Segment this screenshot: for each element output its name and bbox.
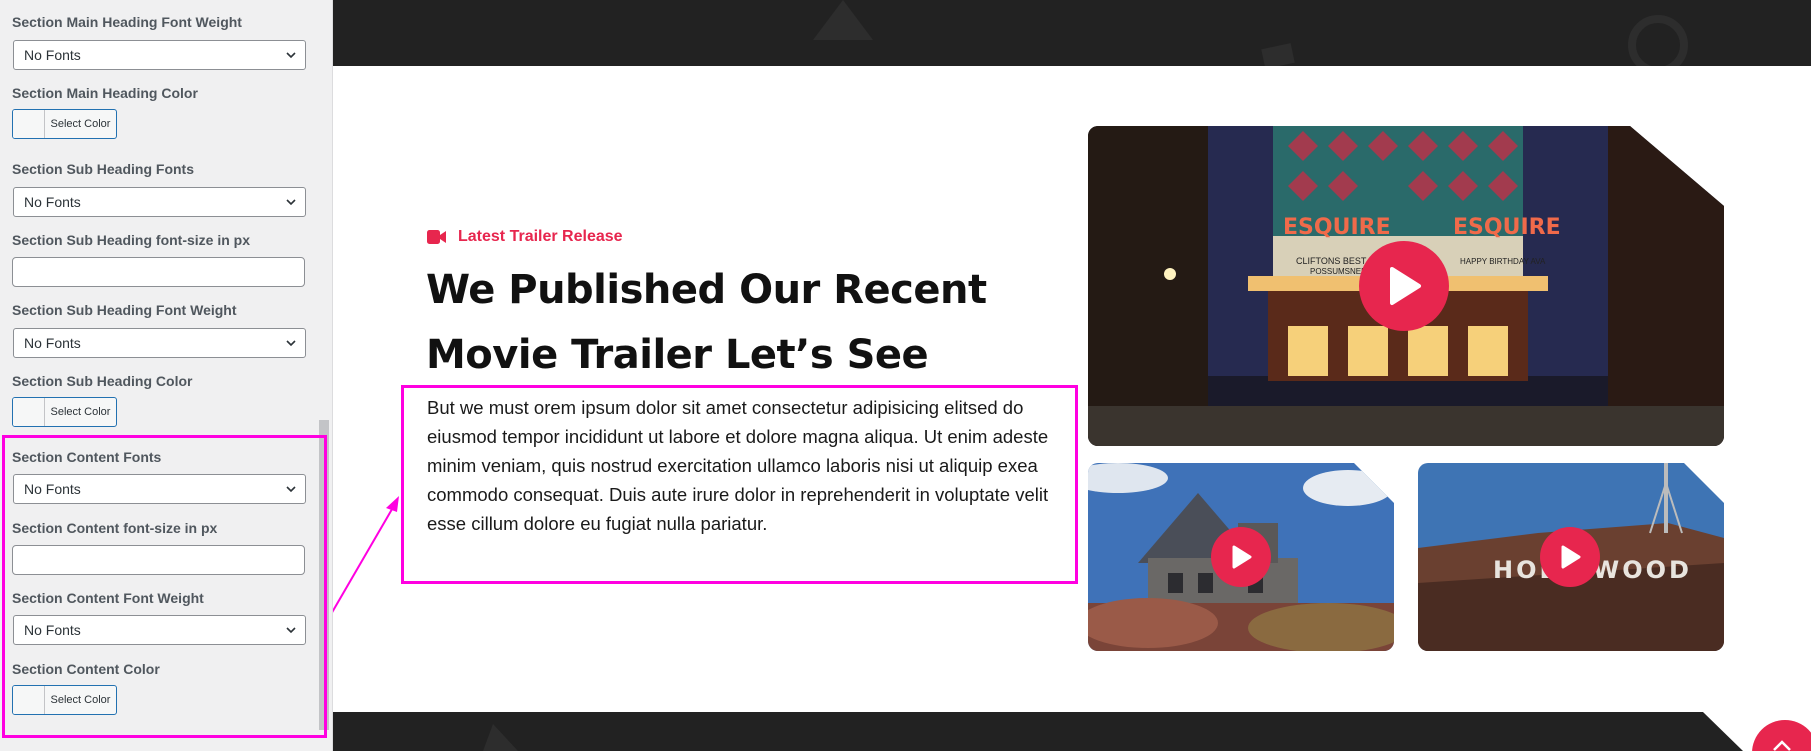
sub-heading-fonts-label: Section Sub Heading Fonts bbox=[12, 161, 195, 177]
select-color-label: Select Color bbox=[50, 118, 111, 130]
color-swatch bbox=[13, 110, 45, 138]
section-heading: We Published Our Recent Movie Trailer Le… bbox=[426, 258, 1006, 388]
play-button[interactable] bbox=[1359, 241, 1449, 331]
color-swatch bbox=[13, 398, 45, 426]
play-button[interactable] bbox=[1540, 527, 1600, 587]
select-value: No Fonts bbox=[24, 47, 81, 63]
play-icon bbox=[1561, 545, 1581, 569]
chevron-down-icon bbox=[286, 340, 296, 347]
bottom-dark-band bbox=[333, 712, 1743, 751]
sign-right: HAPPY BIRTHDAY AVA bbox=[1460, 257, 1546, 266]
select-value: No Fonts bbox=[24, 194, 81, 210]
sub-heading-color-button[interactable]: Select Color bbox=[12, 397, 117, 427]
sub-heading-size-label: Section Sub Heading font-size in px bbox=[12, 232, 251, 248]
main-heading-color-button[interactable]: Select Color bbox=[12, 109, 117, 139]
content-settings-highlight-box bbox=[2, 435, 327, 738]
section-content: But we must orem ipsum dolor sit amet co… bbox=[427, 397, 1049, 534]
decorative-shapes bbox=[483, 724, 518, 751]
video-card-hollywood[interactable]: HOLLYWOOD bbox=[1418, 463, 1724, 651]
section-badge: Latest Trailer Release bbox=[427, 228, 623, 246]
play-icon bbox=[1232, 545, 1252, 569]
video-camera-icon bbox=[427, 230, 446, 244]
customizer-sidebar: Section Main Heading Font Weight No Font… bbox=[0, 0, 333, 751]
marquee-left-text: ESQUIRE bbox=[1283, 215, 1391, 240]
sub-heading-color-label: Section Sub Heading Color bbox=[12, 373, 193, 389]
sub-heading-size-input[interactable] bbox=[12, 257, 305, 287]
annotation-arrow bbox=[333, 496, 399, 613]
chevron-down-icon bbox=[286, 199, 296, 206]
heading-line-2: Movie Trailer Let’s See bbox=[426, 332, 929, 378]
top-dark-band bbox=[333, 0, 1811, 66]
scroll-to-top-button[interactable] bbox=[1752, 720, 1811, 751]
main-heading-weight-select[interactable]: No Fonts bbox=[13, 40, 306, 70]
sub-heading-weight-select[interactable]: No Fonts bbox=[13, 328, 306, 358]
select-color-label: Select Color bbox=[50, 406, 111, 418]
chevron-down-icon bbox=[286, 52, 296, 59]
decorative-shapes bbox=[813, 0, 1688, 66]
site-preview: Latest Trailer Release We Published Our … bbox=[333, 0, 1811, 751]
play-button[interactable] bbox=[1211, 527, 1271, 587]
play-icon bbox=[1390, 267, 1421, 305]
select-value: No Fonts bbox=[24, 335, 81, 351]
sub-heading-weight-label: Section Sub Heading Font Weight bbox=[12, 302, 237, 318]
marquee-right-text: ESQUIRE bbox=[1453, 215, 1561, 240]
video-card-theater[interactable]: ESQUIRE ESQUIRE CLIFTONS BEST ARTIST POS… bbox=[1088, 126, 1724, 446]
sub-heading-fonts-select[interactable]: No Fonts bbox=[13, 187, 306, 217]
chevron-up-icon bbox=[1773, 740, 1791, 751]
badge-text: Latest Trailer Release bbox=[458, 228, 623, 245]
video-card-house[interactable] bbox=[1088, 463, 1394, 651]
heading-line-1: We Published Our Recent bbox=[426, 267, 987, 313]
main-heading-weight-label: Section Main Heading Font Weight bbox=[12, 14, 242, 30]
main-heading-color-label: Section Main Heading Color bbox=[12, 85, 198, 101]
